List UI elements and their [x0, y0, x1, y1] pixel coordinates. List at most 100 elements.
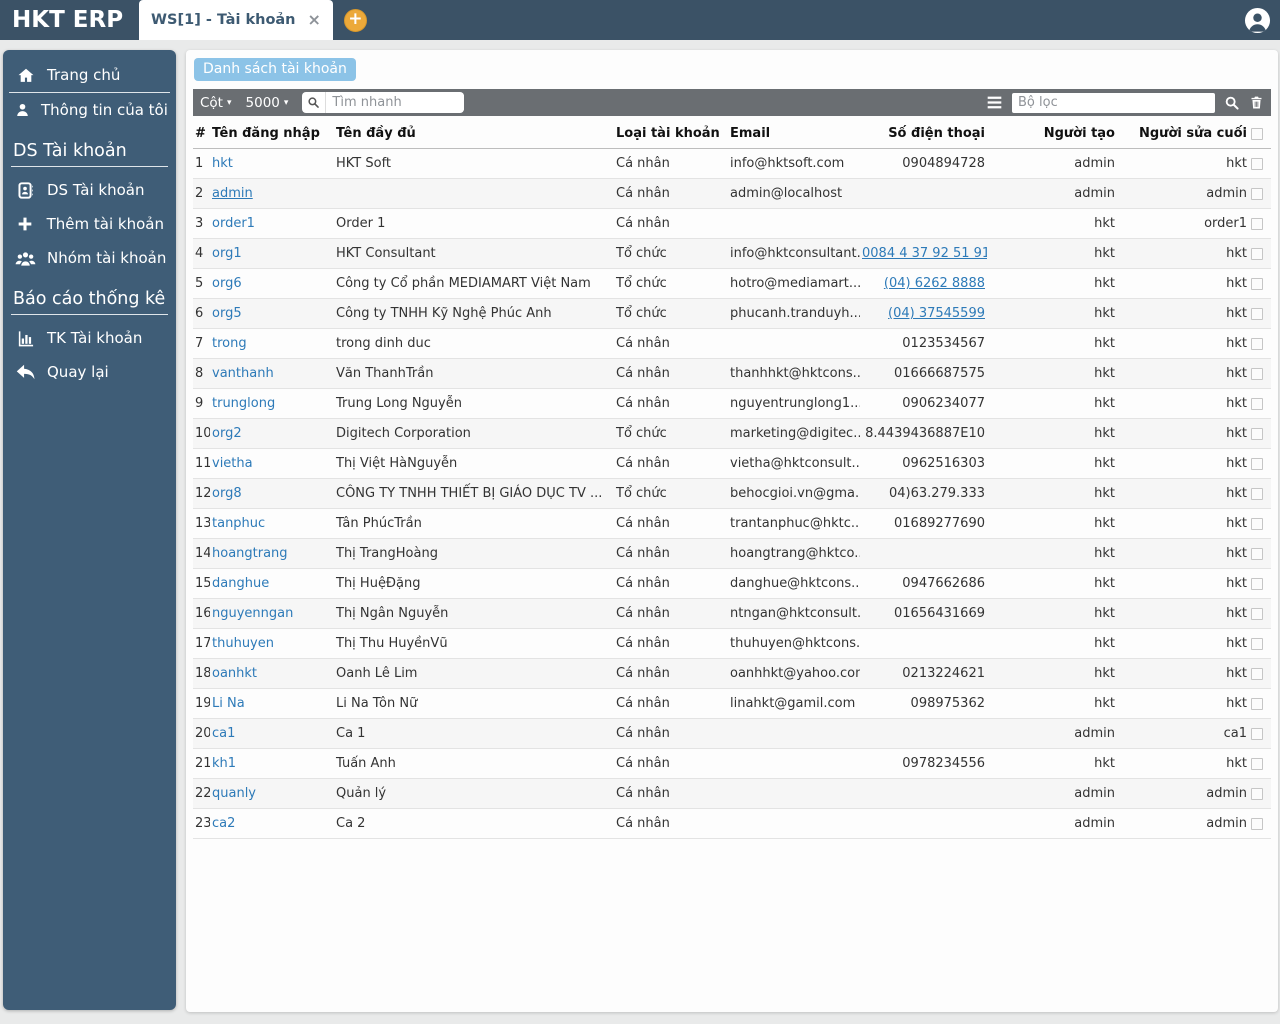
username-link[interactable]: thuhuyen [212, 636, 274, 651]
row-checkbox[interactable] [1251, 397, 1263, 410]
row-checkbox[interactable] [1251, 307, 1263, 320]
col-header-phone[interactable]: Số điện thoại [860, 119, 987, 149]
row-checkbox[interactable] [1251, 157, 1263, 170]
sidebar-item-tk-tài-khoản[interactable]: TK Tài khoản [9, 321, 170, 355]
close-tab-icon[interactable]: × [308, 12, 321, 28]
account-type-cell: Tổ chức [614, 298, 728, 329]
modifier-cell: admin [1117, 808, 1249, 839]
username-link[interactable]: tanphuc [212, 516, 265, 531]
row-checkbox[interactable] [1251, 727, 1263, 740]
col-header-modifier[interactable]: Người sửa cuối [1117, 119, 1249, 149]
modifier-cell: ca1 [1117, 718, 1249, 749]
username-link[interactable]: oanhkt [212, 666, 257, 681]
row-checkbox[interactable] [1251, 337, 1263, 350]
phone-link[interactable]: (04) 6262 8888 [884, 276, 985, 291]
sidebar-item-trang-chủ[interactable]: Trang chủ [9, 58, 170, 93]
filter-input[interactable] [1012, 92, 1215, 113]
phone-link[interactable]: (04) 37545599 [888, 306, 985, 321]
username-link[interactable]: org6 [212, 276, 242, 291]
account-type-cell: Cá nhân [614, 388, 728, 419]
col-header-creator[interactable]: Người tạo [987, 119, 1117, 149]
username-link[interactable]: trong [212, 336, 247, 351]
page-size-dropdown[interactable]: 5000 ▾ [246, 95, 289, 111]
row-checkbox[interactable] [1251, 607, 1263, 620]
chevron-down-icon: ▾ [283, 98, 289, 108]
username-link[interactable]: hkt [212, 156, 233, 171]
row-checkbox[interactable] [1251, 577, 1263, 590]
accounts-table: # Tên đăng nhập Tên đầy đủ Loại tài khoả… [193, 119, 1271, 839]
fullname-cell: Thị Ngân Nguyễn [334, 598, 614, 629]
row-checkbox[interactable] [1251, 457, 1263, 470]
clear-filter-button[interactable] [1249, 95, 1264, 110]
email-cell: linahkt@gamil.com [728, 688, 860, 719]
filter-search-button[interactable] [1224, 95, 1240, 111]
row-checkbox[interactable] [1251, 547, 1263, 560]
account-type-cell: Cá nhân [614, 328, 728, 359]
sidebar-item-ds-tài-khoản[interactable]: DS Tài khoản [9, 173, 170, 207]
username-link[interactable]: Li Na [212, 696, 245, 711]
username-link[interactable]: trunglong [212, 396, 275, 411]
user-avatar-button[interactable] [1244, 7, 1271, 34]
phone-link[interactable]: 0084 4 37 92 51 91 [862, 246, 987, 261]
row-checkbox[interactable] [1251, 277, 1263, 290]
row-checkbox[interactable] [1251, 787, 1263, 800]
row-checkbox[interactable] [1251, 517, 1263, 530]
username-link[interactable]: hoangtrang [212, 546, 288, 561]
workspace-tab[interactable]: WS[1] - Tài khoản × [139, 0, 333, 40]
quick-search-input[interactable] [326, 95, 465, 110]
row-checkbox[interactable] [1251, 667, 1263, 680]
sidebar-item-nhóm-tài-khoản[interactable]: Nhóm tài khoản [9, 241, 170, 275]
fullname-cell: Digitech Corporation [334, 418, 614, 449]
username-link[interactable]: danghue [212, 576, 269, 591]
username-link[interactable]: quanly [212, 786, 256, 801]
username-link[interactable]: admin [212, 186, 253, 201]
row-checkbox[interactable] [1251, 187, 1263, 200]
fullname-cell: Oanh Lê Lim [334, 658, 614, 689]
row-checkbox[interactable] [1251, 427, 1263, 440]
page-title: Danh sách tài khoản [194, 58, 356, 81]
columns-dropdown[interactable]: Cột ▾ [200, 95, 232, 111]
username-link[interactable]: org1 [212, 246, 242, 261]
contact-card-icon [15, 181, 36, 199]
username-link[interactable]: nguyenngan [212, 606, 293, 621]
add-tab-button[interactable]: + [343, 8, 367, 32]
modifier-cell: hkt [1117, 268, 1249, 299]
select-all-checkbox[interactable] [1251, 127, 1263, 140]
account-type-cell: Cá nhân [614, 148, 728, 179]
col-header-email[interactable]: Email [728, 119, 860, 149]
col-header-fullname[interactable]: Tên đầy đủ [334, 119, 614, 149]
username-link[interactable]: order1 [212, 216, 255, 231]
row-select-cell [1249, 148, 1271, 179]
username-link[interactable]: org2 [212, 426, 242, 441]
username-link[interactable]: vietha [212, 456, 253, 471]
row-checkbox[interactable] [1251, 757, 1263, 770]
username-link[interactable]: kh1 [212, 756, 236, 771]
modifier-cell: hkt [1117, 298, 1249, 329]
users-group-icon [15, 250, 36, 267]
username-link[interactable]: org5 [212, 306, 242, 321]
username-link[interactable]: ca2 [212, 816, 235, 831]
creator-cell: hkt [987, 568, 1117, 599]
sidebar-item-quay-lại[interactable]: Quay lại [9, 355, 170, 389]
row-checkbox[interactable] [1251, 217, 1263, 230]
username-link[interactable]: ca1 [212, 726, 235, 741]
row-checkbox[interactable] [1251, 487, 1263, 500]
email-cell [728, 718, 860, 749]
username-link[interactable]: org8 [212, 486, 242, 501]
filter-list-button[interactable] [986, 95, 1003, 110]
row-number: 23 [193, 808, 210, 839]
sidebar-item-thông-tin-của-tôi[interactable]: Thông tin của tôi [9, 93, 170, 127]
sidebar-item-thêm-tài-khoản[interactable]: Thêm tài khoản [9, 207, 170, 241]
row-checkbox[interactable] [1251, 697, 1263, 710]
row-select-cell [1249, 688, 1271, 719]
row-checkbox[interactable] [1251, 637, 1263, 650]
col-header-username[interactable]: Tên đăng nhập [210, 119, 334, 149]
fullname-cell: Order 1 [334, 208, 614, 239]
modifier-cell: hkt [1117, 538, 1249, 569]
col-header-account-type[interactable]: Loại tài khoản [614, 119, 728, 149]
row-checkbox[interactable] [1251, 367, 1263, 380]
row-checkbox[interactable] [1251, 247, 1263, 260]
row-checkbox[interactable] [1251, 817, 1263, 830]
username-link[interactable]: vanthanh [212, 366, 274, 381]
col-header-index[interactable]: # [193, 119, 210, 149]
